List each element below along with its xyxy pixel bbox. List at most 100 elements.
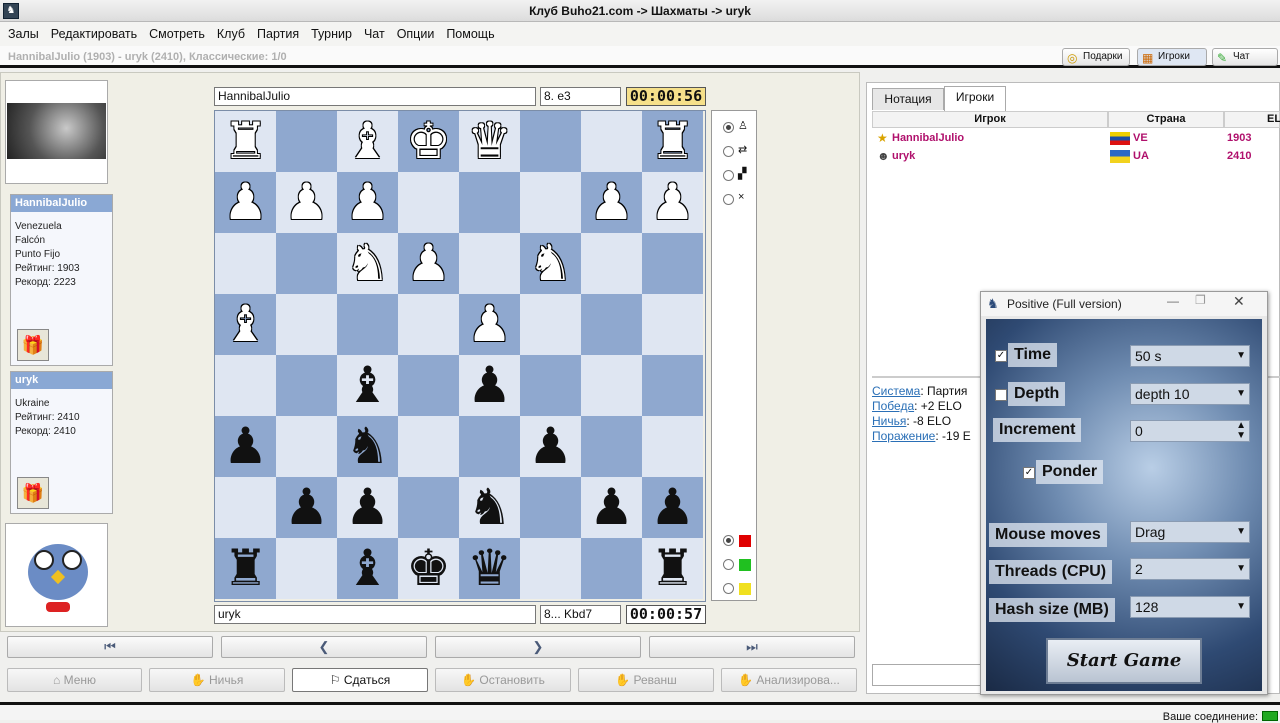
gift-icon[interactable]: 🎁 — [17, 477, 49, 509]
white-bishop-icon[interactable]: ♝ — [215, 294, 276, 355]
board-square[interactable] — [276, 538, 337, 599]
column-country[interactable]: Страна — [1108, 111, 1224, 128]
depth-checkbox[interactable] — [995, 389, 1007, 401]
white-pawn-icon[interactable]: ♟ — [276, 172, 337, 233]
first-move-button[interactable]: ⏮ — [7, 636, 213, 658]
board-square[interactable] — [642, 233, 703, 294]
board-square[interactable] — [581, 355, 642, 416]
black-pawn-icon[interactable]: ♟ — [337, 477, 398, 538]
board-square[interactable] — [276, 416, 337, 477]
ponder-checkbox[interactable]: ✓ — [1023, 467, 1035, 479]
chat-input[interactable] — [872, 664, 982, 686]
board-square[interactable] — [520, 294, 581, 355]
time-checkbox[interactable]: ✓ — [995, 350, 1007, 362]
white-pawn-icon[interactable]: ♟ — [337, 172, 398, 233]
prev-move-button[interactable]: ❮ — [221, 636, 427, 658]
chat-button[interactable]: ✎ Чат — [1212, 48, 1278, 66]
gifts-button[interactable]: ◎ Подарки — [1062, 48, 1130, 66]
black-pawn-icon[interactable]: ♟ — [642, 477, 703, 538]
board-square[interactable] — [520, 111, 581, 172]
mouse-select[interactable]: Drag ▼ — [1130, 521, 1250, 543]
white-king-icon[interactable]: ♚ — [398, 111, 459, 172]
black-bishop-icon[interactable]: ♝ — [337, 538, 398, 599]
start-game-button[interactable]: Start Game — [1046, 638, 1202, 684]
threads-select[interactable]: 2 ▼ — [1130, 558, 1250, 580]
black-pawn-icon[interactable]: ♟ — [581, 477, 642, 538]
board-square[interactable] — [520, 477, 581, 538]
increment-stepper[interactable]: 0 ▲ ▼ — [1130, 420, 1250, 442]
board-square[interactable] — [276, 355, 337, 416]
board-square[interactable] — [398, 355, 459, 416]
menu-options[interactable]: Опции — [391, 22, 441, 46]
board-square[interactable] — [581, 416, 642, 477]
option-radio[interactable] — [723, 170, 734, 181]
board-square[interactable] — [520, 355, 581, 416]
board-square[interactable] — [337, 294, 398, 355]
white-bishop-icon[interactable]: ♝ — [337, 111, 398, 172]
menu-view[interactable]: Смотреть — [143, 22, 211, 46]
white-rook-icon[interactable]: ♜ — [215, 111, 276, 172]
board-square[interactable] — [276, 111, 337, 172]
white-pawn-icon[interactable]: ♟ — [398, 233, 459, 294]
menu-help[interactable]: Помощь — [440, 22, 500, 46]
option-radio[interactable] — [723, 122, 734, 133]
board-square[interactable] — [581, 294, 642, 355]
depth-select[interactable]: depth 10 ▼ — [1130, 383, 1250, 405]
color-radio[interactable] — [723, 583, 734, 594]
column-elo[interactable]: EL — [1224, 111, 1280, 128]
option-radio[interactable] — [723, 194, 734, 205]
black-bishop-icon[interactable]: ♝ — [337, 355, 398, 416]
table-row[interactable]: ★ HannibalJulio VE 1903 — [872, 129, 1280, 147]
close-icon[interactable]: ✕ — [1233, 293, 1245, 310]
draw-button[interactable]: ✋ Ничья — [149, 668, 285, 692]
color-radio[interactable] — [723, 559, 734, 570]
board-square[interactable] — [459, 416, 520, 477]
board-square[interactable] — [459, 233, 520, 294]
black-queen-icon[interactable]: ♛ — [459, 538, 520, 599]
time-select[interactable]: 50 s ▼ — [1130, 345, 1250, 367]
black-pawn-icon[interactable]: ♟ — [215, 416, 276, 477]
tab-notation[interactable]: Нотация — [872, 88, 944, 110]
board-square[interactable] — [642, 416, 703, 477]
board-square[interactable] — [642, 355, 703, 416]
board-square[interactable] — [459, 172, 520, 233]
black-knight-icon[interactable]: ♞ — [337, 416, 398, 477]
board-square[interactable] — [398, 477, 459, 538]
menu-edit[interactable]: Редактировать — [45, 22, 143, 46]
board-square[interactable] — [398, 294, 459, 355]
board-square[interactable] — [215, 355, 276, 416]
rematch-button[interactable]: ✋ Реванш — [578, 668, 714, 692]
board-square[interactable] — [581, 538, 642, 599]
board-square[interactable] — [520, 172, 581, 233]
white-queen-icon[interactable]: ♛ — [459, 111, 520, 172]
menu-club[interactable]: Клуб — [211, 22, 251, 46]
menu-chat[interactable]: Чат — [358, 22, 391, 46]
board-square[interactable] — [581, 111, 642, 172]
tab-players[interactable]: Игроки — [944, 86, 1006, 111]
black-knight-icon[interactable]: ♞ — [459, 477, 520, 538]
white-pawn-icon[interactable]: ♟ — [459, 294, 520, 355]
board-square[interactable] — [642, 294, 703, 355]
minimize-icon[interactable]: — — [1167, 294, 1179, 308]
system-link[interactable]: Система — [872, 384, 920, 398]
analyze-button[interactable]: ✋ Анализирова... — [721, 668, 857, 692]
players-button[interactable]: ▦ Игроки — [1137, 48, 1207, 66]
menu-halls[interactable]: Залы — [2, 22, 45, 46]
black-pawn-icon[interactable]: ♟ — [459, 355, 520, 416]
board-square[interactable] — [398, 172, 459, 233]
loss-link[interactable]: Поражение — [872, 429, 935, 443]
black-king-icon[interactable]: ♚ — [398, 538, 459, 599]
option-radio[interactable] — [723, 146, 734, 157]
board-square[interactable] — [398, 416, 459, 477]
board-square[interactable] — [215, 233, 276, 294]
draw-link[interactable]: Ничья — [872, 414, 906, 428]
win-link[interactable]: Победа — [872, 399, 914, 413]
gift-icon[interactable]: 🎁 — [17, 329, 49, 361]
board-square[interactable] — [215, 477, 276, 538]
hash-select[interactable]: 128 ▼ — [1130, 596, 1250, 618]
white-pawn-icon[interactable]: ♟ — [581, 172, 642, 233]
black-rook-icon[interactable]: ♜ — [642, 538, 703, 599]
column-player[interactable]: Игрок — [872, 111, 1108, 128]
board-square[interactable] — [520, 538, 581, 599]
black-pawn-icon[interactable]: ♟ — [276, 477, 337, 538]
